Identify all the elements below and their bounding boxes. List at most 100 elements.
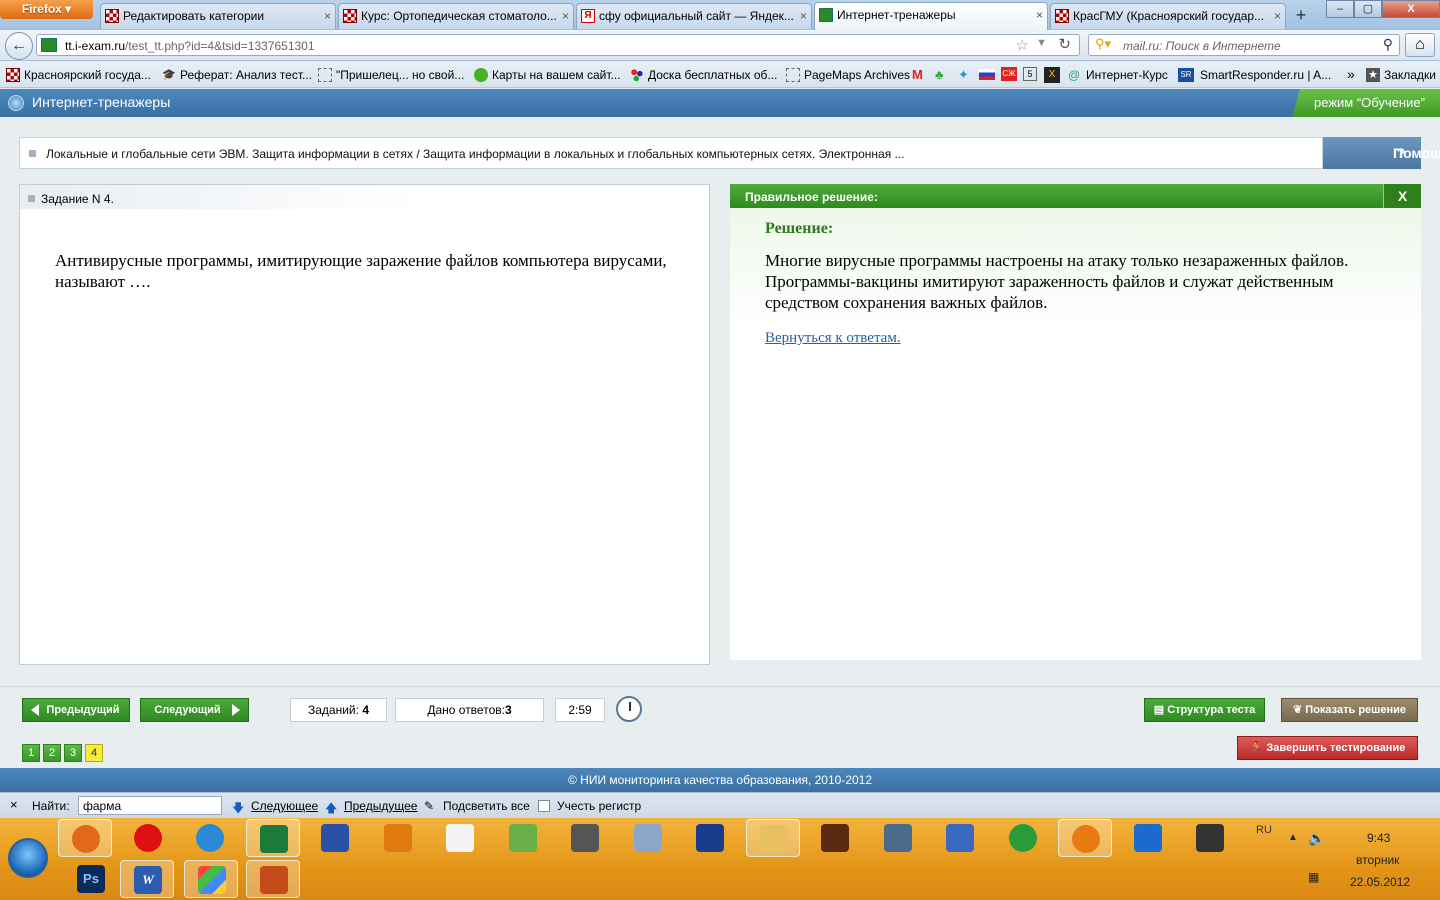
taskbar-item[interactable] [121,819,175,857]
page-3-button[interactable]: 3 [64,744,82,762]
taskbar-item[interactable] [1058,819,1112,857]
media-icon [383,824,412,852]
bookmark-item[interactable]: @ Интернет-Курс [1068,68,1168,82]
back-button[interactable]: ← [5,32,33,60]
checker-icon [6,68,20,82]
bookmark-item[interactable]: SR SmartResponder.ru | A... [1178,68,1331,82]
find-input[interactable] [78,796,222,815]
finish-test-button[interactable]: 🏃 Завершить тестирование [1237,736,1418,760]
search-bar[interactable]: ⚲▾ mail.ru: Поиск в Интернете ⚲ [1088,34,1400,56]
close-find-icon[interactable]: × [10,797,18,812]
bookmark-item[interactable]: "Пришелец... но свой... [318,68,464,82]
taskbar-powerpoint[interactable] [246,860,300,898]
bookmark-item[interactable]: Доска бесплатных об... [630,68,777,82]
dropdown-arrow-icon[interactable]: ▼ [1036,37,1047,49]
hat-icon [1196,824,1224,852]
star-bookmark-icon[interactable]: ☆ [1016,36,1029,54]
page-2-button[interactable]: 2 [43,744,61,762]
sj-icon[interactable]: СЖ [1001,67,1017,81]
search-icon[interactable]: ⚲ [1383,36,1393,53]
back-to-answers-link[interactable]: Вернуться к ответам. [765,330,901,347]
reload-icon[interactable]: ↻ [1058,35,1071,53]
bookmark-item[interactable]: Карты на вашем сайт... [474,68,621,82]
bookmarks-overflow-button[interactable]: » [1347,66,1355,82]
taskbar-item[interactable] [183,819,237,857]
grid-icon [1133,824,1162,852]
taskbar-item[interactable] [308,819,362,857]
url-text[interactable]: tt.i-exam.ru/test_tt.php?id=4&tsid=13376… [65,39,315,53]
people-icon[interactable]: ♣ [935,67,944,82]
explorer-icon [759,825,788,853]
highlighter-icon: ✎ [424,799,435,813]
tab-title: Редактировать категории [123,9,265,23]
taskbar-item[interactable] [1121,819,1175,857]
page-1-button[interactable]: 1 [22,744,40,762]
next-button[interactable]: Следующий [140,698,249,722]
tab-course[interactable]: Курс: Ортопедическая стоматоло... × [338,3,574,29]
page-4-button[interactable]: 4 [85,744,103,762]
taskbar-item[interactable] [433,819,487,857]
close-tab-icon[interactable]: × [324,4,331,28]
close-tab-icon[interactable]: × [562,4,569,28]
url-bar[interactable]: tt.i-exam.ru/test_tt.php?id=4&tsid=13376… [36,34,1080,56]
tab-internet-trainers[interactable]: Интернет-тренажеры × [814,2,1048,30]
minimize-button[interactable]: – [1326,0,1354,18]
search-engine-icon[interactable]: ⚲▾ [1095,36,1111,52]
x-icon[interactable]: X [1044,67,1060,83]
taskbar-item[interactable] [683,819,737,857]
firefox-menu-button[interactable]: Firefox ▾ [0,0,93,19]
twitter-icon[interactable]: ✦ [958,67,969,83]
breadcrumb: Локальные и глобальные сети ЭВМ. Защита … [19,137,1323,169]
bookmarks-menu-button[interactable]: ★ Закладки [1366,68,1436,82]
speaker-icon[interactable]: 🔈 [1308,830,1325,847]
network-tray-icon[interactable]: ▦ [1308,870,1319,884]
taskbar-item[interactable] [808,819,862,857]
five-icon[interactable]: 5 [1023,67,1037,81]
help-button[interactable]: Помощь ? [1323,137,1440,169]
taskbar-item[interactable] [621,819,675,857]
test-structure-button[interactable]: ▤ Структура теста [1144,698,1265,722]
taskbar-photoshop[interactable]: Ps [64,860,118,898]
taskbar-item[interactable] [245,819,300,857]
arrow-up-icon[interactable]: 🡅 [325,799,337,820]
taskbar-item[interactable] [58,819,112,857]
start-button[interactable] [8,838,48,878]
taskbar-item[interactable] [558,819,612,857]
solution-header: Правильное решение: [730,184,1421,208]
tab-edit-categories[interactable]: Редактировать категории × [100,3,336,29]
show-solution-button[interactable]: ❦ Показать решение [1281,698,1418,722]
new-tab-button[interactable]: + [1288,4,1314,28]
language-indicator[interactable]: RU [1256,824,1272,836]
close-tab-icon[interactable]: × [800,4,807,28]
bookmark-item[interactable]: Красноярский госуда... [6,68,151,82]
taskbar-item[interactable] [871,819,925,857]
gmail-icon[interactable]: M [912,67,923,82]
taskbar-windows[interactable] [184,860,238,898]
taskbar-item[interactable] [496,819,550,857]
bookmark-item[interactable]: 🎓 Реферат: Анализ тест... [162,68,312,82]
restore-button[interactable]: ▢ [1354,0,1382,18]
close-tab-icon[interactable]: × [1036,3,1043,27]
prev-button[interactable]: Предыдущий [22,698,130,722]
tab-krasgmu[interactable]: КрасГМУ (Красноярский государ... × [1050,3,1286,29]
match-case-checkbox[interactable] [538,800,550,812]
tab-yandex[interactable]: Я сфу официальный сайт — Яндек... × [576,3,812,29]
home-button[interactable]: ⌂ [1405,33,1435,57]
close-solution-button[interactable]: X [1383,184,1421,208]
arrow-down-icon[interactable]: 🡇 [232,799,244,820]
taskbar-item[interactable] [745,819,800,857]
taskbar-word[interactable]: W [120,860,174,898]
close-tab-icon[interactable]: × [1274,4,1281,28]
highlight-all-button[interactable]: Подсветить все [443,799,530,813]
tray-expand-icon[interactable]: ▲ [1288,832,1298,843]
clock-time[interactable]: 9:43 [1367,831,1390,845]
bookmark-item[interactable]: PageMaps Archives [786,68,910,82]
taskbar-item[interactable] [933,819,987,857]
find-prev-button[interactable]: Предыдущее [344,799,417,813]
taskbar-item[interactable] [371,819,425,857]
russia-flag-icon[interactable] [979,69,995,80]
close-window-button[interactable]: X [1382,0,1440,18]
find-next-button[interactable]: Следующее [251,799,318,813]
taskbar-item[interactable] [996,819,1050,857]
taskbar-item[interactable] [1183,819,1237,857]
